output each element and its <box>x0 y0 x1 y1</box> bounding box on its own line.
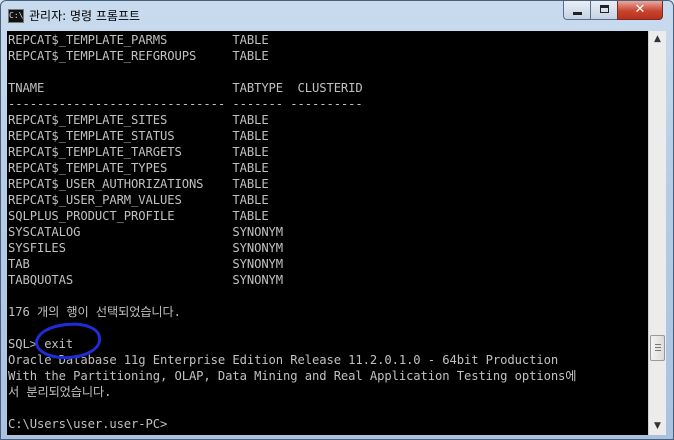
window-title: 관리자: 명령 프롬프트 <box>29 9 141 23</box>
console-line: REPCAT$_TEMPLATE_TARGETS TABLE <box>8 145 269 159</box>
minimize-icon <box>573 12 582 15</box>
console-line: SYSCATALOG SYNONYM <box>8 225 284 239</box>
disconnect-message: 서 분리되었습니다. <box>8 385 112 399</box>
console-line: TABQUOTAS SYNONYM <box>8 273 284 287</box>
grip-line <box>655 347 661 348</box>
console-line: REPCAT$_TEMPLATE_PARMS TABLE <box>8 33 269 47</box>
cmd-icon[interactable]: C:\ <box>8 9 24 23</box>
console-line: SQLPLUS_PRODUCT_PROFILE TABLE <box>8 209 269 223</box>
console-line: REPCAT$_TEMPLATE_TYPES TABLE <box>8 161 269 175</box>
command-prompt-line[interactable]: C:\Users\user.user-PC> <box>8 416 167 432</box>
oracle-options-line: With the Partitioning, OLAP, Data Mining… <box>8 369 577 383</box>
console-line: SYSFILES SYNONYM <box>8 241 284 255</box>
console-line: TAB SYNONYM <box>8 257 284 271</box>
console-line: REPCAT$_TEMPLATE_REFGROUPS TABLE <box>8 49 269 63</box>
grip-line <box>655 350 661 351</box>
console-line: REPCAT$_USER_PARM_VALUES TABLE <box>8 193 269 207</box>
scroll-up-icon[interactable]: ▲ <box>649 31 666 48</box>
scroll-thumb[interactable] <box>650 335 665 361</box>
console-output[interactable]: REPCAT$_TEMPLATE_PARMS TABLE REPCAT$_TEM… <box>7 31 648 435</box>
minimize-button[interactable] <box>563 1 591 20</box>
grip-line <box>655 344 661 345</box>
title-bar[interactable]: C:\ 관리자: 명령 프롬프트 ✕ <box>1 1 673 31</box>
close-button[interactable]: ✕ <box>617 1 663 20</box>
close-icon: ✕ <box>634 2 646 17</box>
column-header-line: TNAME TABTYPE CLUSTERID <box>8 81 363 95</box>
column-separator-line: ------------------------------ ------- -… <box>8 97 363 111</box>
console-line: REPCAT$_TEMPLATE_STATUS TABLE <box>8 129 269 143</box>
row-count-message: 176 개의 행이 선택되었습니다. <box>8 305 181 319</box>
oracle-banner-line: Oracle Database 11g Enterprise Edition R… <box>8 353 559 367</box>
maximize-button[interactable] <box>590 1 618 20</box>
console-line: REPCAT$_TEMPLATE_SITES TABLE <box>8 113 269 127</box>
console-line: REPCAT$_USER_AUTHORIZATIONS TABLE <box>8 177 269 191</box>
vertical-scrollbar[interactable]: ▲ ▼ <box>648 31 666 435</box>
scroll-down-icon[interactable]: ▼ <box>649 418 666 435</box>
maximize-icon <box>600 5 609 13</box>
command-prompt-window: C:\ 관리자: 명령 프롬프트 ✕ REPCAT$_TEMPLATE_PARM… <box>0 0 674 440</box>
